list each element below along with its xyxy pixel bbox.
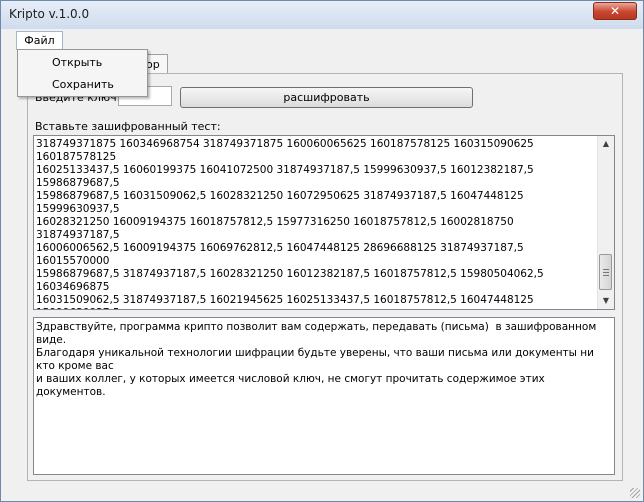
cipher-textarea[interactable]: 318749371875 160346968754 318749371875 1… xyxy=(33,135,615,310)
menu-bar: Файл xyxy=(2,29,642,50)
cipher-text: 318749371875 160346968754 318749371875 1… xyxy=(36,138,596,309)
cipher-scrollbar[interactable]: ▲ ▼ xyxy=(597,136,614,309)
cipher-line: 16025133437,5 16060199375 16041072500 31… xyxy=(36,164,538,189)
window-title: Kripto v.1.0.0 xyxy=(9,7,90,21)
cipher-line: 15986879687,5 31874937187,5 16028321250 … xyxy=(36,268,548,293)
scroll-up-icon[interactable]: ▲ xyxy=(598,136,614,152)
cipher-line: 16028321250 16009194375 16018757812,5 15… xyxy=(36,216,517,241)
menu-file[interactable]: Файл xyxy=(16,31,63,50)
cipher-line: 15986879687,5 16031509062,5 16028321250 … xyxy=(36,190,527,215)
info-textarea[interactable]: Здравствуйте, программа крипто позволит … xyxy=(33,317,615,475)
menu-item-save[interactable]: Сохранить xyxy=(52,78,114,91)
cipher-line: 318749371875 160346968754 318749371875 1… xyxy=(36,138,538,163)
cipher-line: 16006006562,5 16009194375 16069762812,5 … xyxy=(36,242,527,267)
menu-item-open[interactable]: Открыть xyxy=(52,56,102,69)
decrypt-button[interactable]: расшифровать xyxy=(180,87,473,108)
scroll-thumb[interactable] xyxy=(599,254,612,290)
app-window: Kripto v.1.0.0 ✕ Файл ор Введите ключ: р… xyxy=(0,0,644,502)
cipher-line: 16031509062,5 31874937187,5 16021945625 … xyxy=(36,294,534,309)
scroll-down-icon[interactable]: ▼ xyxy=(598,293,614,309)
cipher-label: Вставьте зашифрованный тест: xyxy=(35,120,221,133)
file-dropdown-menu: Открыть Сохранить xyxy=(17,49,148,97)
info-text: Здравствуйте, программа крипто позволит … xyxy=(36,321,597,398)
title-bar[interactable]: Kripto v.1.0.0 ✕ xyxy=(1,1,643,29)
resize-grip-icon[interactable] xyxy=(630,488,640,498)
close-button[interactable]: ✕ xyxy=(593,2,637,20)
